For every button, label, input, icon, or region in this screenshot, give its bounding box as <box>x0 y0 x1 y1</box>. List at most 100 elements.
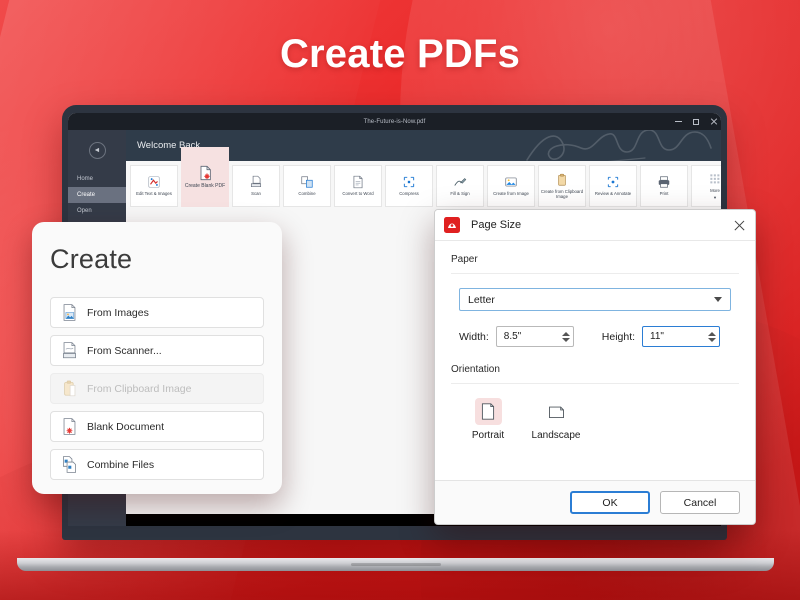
width-stepper[interactable]: 8.5" <box>496 326 574 347</box>
ribbon-label: Combine <box>297 191 316 196</box>
ribbon-item-more[interactable]: More ▾ <box>691 165 721 207</box>
ribbon-item-edit-text-images[interactable]: Edit Text & Images <box>130 165 178 207</box>
stepper-up-icon[interactable] <box>562 332 570 336</box>
ribbon-label: Create Blank PDF <box>184 183 226 189</box>
orientation-section-label: Orientation <box>451 364 739 383</box>
height-stepper[interactable]: 11" <box>642 326 720 347</box>
printer-icon <box>657 175 671 189</box>
ribbon-item-compress[interactable]: Compress <box>385 165 433 207</box>
ribbon-toolbar: Edit Text & Images Create Blank PDF <box>126 161 721 207</box>
chevron-down-icon: ▾ <box>713 195 717 200</box>
back-arrow-icon[interactable]: ◄ <box>89 142 106 159</box>
section-divider-paper <box>451 273 739 274</box>
maximize-icon[interactable] <box>693 119 699 125</box>
ribbon-item-create-from-clipboard-image[interactable]: Create from Clipboard Image <box>538 165 586 207</box>
compress-icon <box>402 175 416 189</box>
height-value: 11" <box>650 331 664 342</box>
ribbon-item-convert-to-word[interactable]: Convert to Word <box>334 165 382 207</box>
ribbon-label: Edit Text & Images <box>135 191 173 196</box>
ribbon-label: Create from Clipboard Image <box>539 189 585 200</box>
create-panel: Create From Images From Scanner... <box>32 222 282 494</box>
ribbon-label: Create from Image <box>492 191 530 196</box>
ribbon-label: More <box>709 188 721 193</box>
screenshot-root: Create PDFs The-Future-is-Now.pdf ◄ Home <box>0 0 800 600</box>
sidebar-item-home[interactable]: Home <box>68 171 126 187</box>
dimensions-row: Width: 8.5" Height: 11" <box>451 326 739 347</box>
clipboard-icon <box>62 380 77 397</box>
dialog-footer: OK Cancel <box>435 480 755 524</box>
create-item-label: From Images <box>87 307 149 319</box>
minimize-icon[interactable] <box>675 118 682 125</box>
height-stepper-arrows[interactable] <box>708 332 716 342</box>
blank-document-icon <box>62 418 77 435</box>
page-title: Create PDFs <box>0 32 800 77</box>
create-item-label: From Clipboard Image <box>87 383 191 395</box>
dialog-body: Paper Letter Width: 8.5" Height: <box>435 241 755 480</box>
fill-sign-icon <box>453 175 467 189</box>
create-item-from-images[interactable]: From Images <box>50 297 264 328</box>
ribbon-item-review-and-annotate[interactable]: Review & Annotate <box>589 165 637 207</box>
combine-files-icon <box>62 456 77 473</box>
create-item-blank-document[interactable]: Blank Document <box>50 411 264 442</box>
close-icon[interactable] <box>710 118 717 125</box>
create-panel-title: Create <box>50 244 264 275</box>
ribbon-item-create-from-image[interactable]: Create from Image <box>487 165 535 207</box>
paper-section-label: Paper <box>451 254 739 273</box>
blank-pdf-icon <box>197 165 213 181</box>
ribbon-item-print[interactable]: Print <box>640 165 688 207</box>
ribbon-item-fill-and-sign[interactable]: Fill & Sign <box>436 165 484 207</box>
ribbon-item-combine[interactable]: Combine <box>283 165 331 207</box>
edit-text-images-icon <box>147 175 161 189</box>
laptop-base <box>17 558 774 571</box>
orientation-label: Landscape <box>532 430 581 441</box>
stepper-down-icon[interactable] <box>562 338 570 342</box>
ribbon-item-scan[interactable]: Scan <box>232 165 280 207</box>
ok-button[interactable]: OK <box>570 491 650 514</box>
convert-word-icon <box>351 175 365 189</box>
create-item-label: Combine Files <box>87 459 154 471</box>
sidebar-item-open[interactable]: Open <box>68 203 126 219</box>
portrait-icon <box>475 398 502 425</box>
ribbon-item-create-blank-pdf[interactable]: Create Blank PDF <box>181 147 229 207</box>
window-titlebar: The-Future-is-Now.pdf <box>68 113 721 130</box>
close-icon[interactable] <box>732 218 747 233</box>
paper-size-value: Letter <box>468 294 495 306</box>
orientation-label: Portrait <box>472 430 504 441</box>
orientation-option-portrait[interactable]: Portrait <box>459 398 517 441</box>
pdf-app-icon <box>444 217 460 233</box>
signature-watermark <box>523 130 713 161</box>
ribbon-label: Review & Annotate <box>594 191 632 196</box>
landscape-icon <box>543 398 570 425</box>
create-item-combine-files[interactable]: Combine Files <box>50 449 264 480</box>
scanner-document-icon <box>62 342 77 359</box>
create-item-label: From Scanner... <box>87 345 162 357</box>
create-item-from-scanner[interactable]: From Scanner... <box>50 335 264 366</box>
ribbon-label: Fill & Sign <box>449 191 470 196</box>
review-annotate-icon <box>606 175 620 189</box>
combine-icon <box>300 175 314 189</box>
cancel-button[interactable]: Cancel <box>660 491 740 514</box>
width-value: 8.5" <box>504 331 521 342</box>
section-divider-orientation <box>451 383 739 384</box>
create-item-from-clipboard-image: From Clipboard Image <box>50 373 264 404</box>
create-item-label: Blank Document <box>87 421 164 433</box>
grid-more-icon <box>708 172 721 186</box>
dialog-title: Page Size <box>471 219 521 231</box>
ribbon-label: Compress <box>398 191 420 196</box>
create-from-image-icon <box>504 175 518 189</box>
stepper-down-icon[interactable] <box>708 338 716 342</box>
height-label: Height: <box>602 331 635 343</box>
orientation-option-landscape[interactable]: Landscape <box>527 398 585 441</box>
ribbon-label: Convert to Word <box>341 191 374 196</box>
width-stepper-arrows[interactable] <box>562 332 570 342</box>
ribbon-label: Print <box>659 191 670 196</box>
paper-size-select[interactable]: Letter <box>459 288 731 311</box>
window-controls <box>675 113 717 130</box>
sidebar-item-create[interactable]: Create <box>68 187 126 203</box>
scanner-icon <box>249 175 263 189</box>
dialog-titlebar: Page Size <box>435 210 755 241</box>
stepper-up-icon[interactable] <box>708 332 716 336</box>
width-label: Width: <box>459 331 489 343</box>
window-title: The-Future-is-Now.pdf <box>364 119 426 125</box>
chevron-down-icon <box>714 297 722 302</box>
